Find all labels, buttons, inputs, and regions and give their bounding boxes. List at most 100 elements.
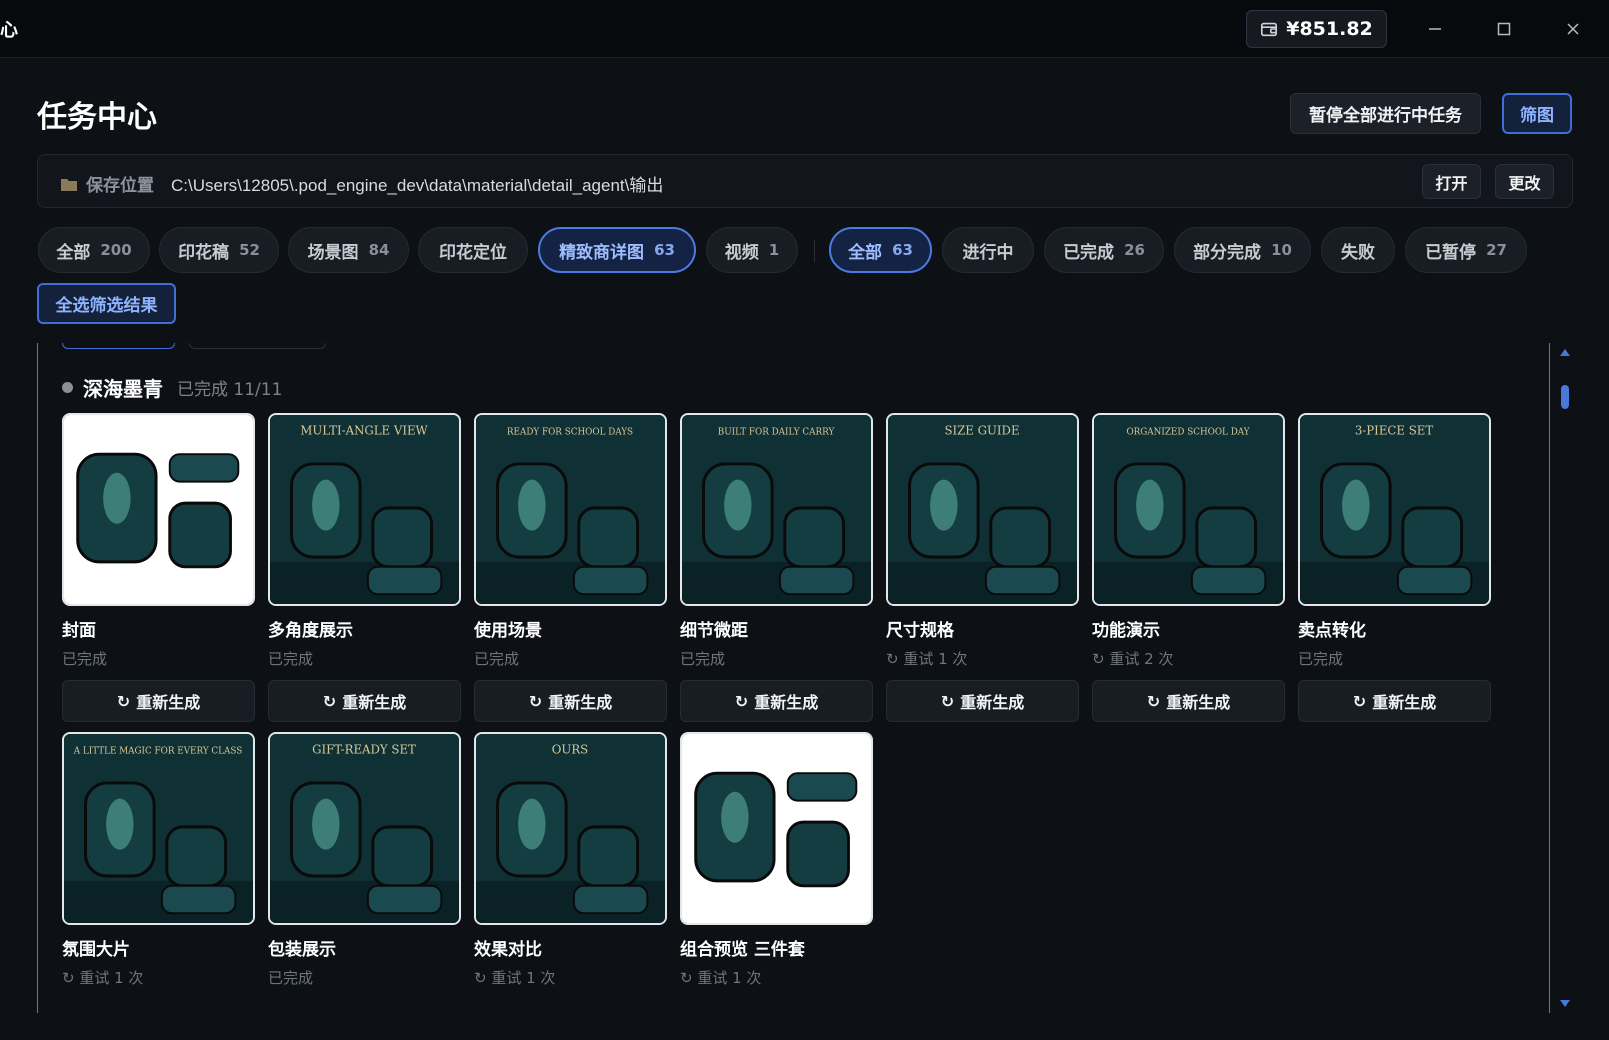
result-card-detail-macro: BUILT FOR DAILY CARRY 细节微距 已完成 ↻ 重新生成 [680, 413, 873, 722]
result-card-selling-point: 3-PIECE SET 卖点转化 已完成 ↻ 重新生成 [1298, 413, 1491, 722]
result-thumbnail[interactable]: A LITTLE MAGIC FOR EVERY CLASS [62, 732, 255, 925]
thumbnail-caption: 3-PIECE SET [1355, 424, 1434, 438]
regenerate-button[interactable]: ↻ 重新生成 [1298, 680, 1491, 722]
result-status: ↻ 重试 1 次 [474, 969, 556, 987]
product-image: READY FOR SCHOOL DAYS [476, 415, 665, 604]
minimize-button[interactable] [1420, 14, 1450, 44]
product-image [682, 734, 871, 923]
status-filter-paused[interactable]: 已暂停 27 [1405, 227, 1527, 273]
type-filter-detail[interactable]: 精致商详图 63 [538, 227, 696, 273]
result-thumbnail[interactable]: OURS [474, 732, 667, 925]
result-status: ↻ 重试 2 次 [1092, 650, 1174, 668]
result-thumbnail[interactable]: BUILT FOR DAILY CARRY [680, 413, 873, 606]
filter-images-button[interactable]: 筛图 [1502, 93, 1572, 134]
result-title: 多角度展示 [268, 621, 353, 641]
balance-button[interactable]: ¥851.82 [1246, 10, 1387, 48]
scroll-up-icon[interactable] [1560, 349, 1570, 356]
scrollbar-thumb[interactable] [1561, 385, 1569, 409]
result-card-combo-preview: 组合预览 三件套 ↻ 重试 1 次 [680, 732, 873, 989]
result-card-usage-scene: READY FOR SCHOOL DAYS 使用场景 已完成 ↻ 重新生成 [474, 413, 667, 722]
maximize-icon [1497, 22, 1511, 36]
scrollbar[interactable] [1558, 343, 1572, 1013]
group-header: 深海墨青 已完成 11/11 [62, 373, 282, 402]
type-filter-scene[interactable]: 场景图 84 [288, 227, 409, 273]
result-status: 已完成 [268, 650, 314, 668]
filter-divider [814, 240, 815, 262]
refresh-icon: ↻ [1352, 691, 1367, 711]
result-thumbnail[interactable] [62, 413, 255, 606]
refresh-icon: ↻ [322, 691, 337, 711]
group-name: 深海墨青 [83, 377, 163, 401]
pause-all-button[interactable]: 暂停全部进行中任务 [1290, 93, 1481, 134]
minimize-icon [1429, 28, 1441, 30]
result-thumbnail[interactable]: READY FOR SCHOOL DAYS [474, 413, 667, 606]
result-title: 细节微距 [680, 621, 748, 641]
thumbnail-caption: MULTI-ANGLE VIEW [300, 424, 428, 438]
status-filter-partial[interactable]: 部分完成 10 [1174, 227, 1311, 273]
refresh-icon: ↻ [1146, 691, 1161, 711]
status-filter-all[interactable]: 全部 63 [829, 227, 932, 273]
regenerate-button[interactable]: ↻ 重新生成 [62, 680, 255, 722]
regenerate-button[interactable]: ↻ 重新生成 [680, 680, 873, 722]
group-status: 已完成 11/11 [177, 380, 283, 400]
result-status: ↻ 重试 1 次 [62, 969, 144, 987]
product-image: MULTI-ANGLE VIEW [270, 415, 459, 604]
open-folder-button[interactable]: 打开 [1422, 164, 1481, 199]
result-thumbnail[interactable] [680, 732, 873, 925]
thumbnail-caption: READY FOR SCHOOL DAYS [507, 428, 633, 438]
result-thumbnail[interactable]: MULTI-ANGLE VIEW [268, 413, 461, 606]
result-card-packaging: GIFT-READY SET 包装展示 已完成 [268, 732, 461, 989]
save-location-label: 保存位置 [60, 171, 154, 196]
result-title: 封面 [62, 621, 96, 641]
type-filter-all[interactable]: 全部 200 [38, 227, 150, 273]
save-location-bar: 保存位置 C:\Users\12805\.pod_engine_dev\data… [37, 154, 1573, 208]
type-filter-print-draft[interactable]: 印花稿 52 [159, 227, 279, 273]
product-image: BUILT FOR DAILY CARRY [682, 415, 871, 604]
result-thumbnail[interactable]: GIFT-READY SET [268, 732, 461, 925]
result-status: 已完成 [1298, 650, 1344, 668]
product-image: A LITTLE MAGIC FOR EVERY CLASS [64, 734, 253, 923]
title-bar: 心 ¥851.82 [0, 0, 1609, 58]
thumbnail-caption: BUILT FOR DAILY CARRY [718, 428, 835, 438]
result-status: 已完成 [268, 969, 314, 987]
maximize-button[interactable] [1489, 14, 1519, 44]
close-button[interactable] [1558, 14, 1588, 44]
folder-icon [61, 178, 77, 191]
status-filter-running[interactable]: 进行中 [942, 227, 1034, 273]
regenerate-button[interactable]: ↻ 重新生成 [886, 680, 1079, 722]
collapsed-tab[interactable] [62, 343, 175, 349]
type-filter-video[interactable]: 视频 1 [706, 227, 798, 273]
result-title: 功能演示 [1092, 621, 1160, 641]
status-filter-failed[interactable]: 失败 [1321, 227, 1395, 273]
product-image: SIZE GUIDE [888, 415, 1077, 604]
product-image: OURS [476, 734, 665, 923]
result-thumbnail[interactable]: ORGANIZED SCHOOL DAY [1092, 413, 1285, 606]
result-card-atmosphere: A LITTLE MAGIC FOR EVERY CLASS 氛围大片 ↻ 重试 1… [62, 732, 255, 989]
status-filter-completed[interactable]: 已完成 26 [1044, 227, 1164, 273]
refresh-icon: ↻ [734, 691, 749, 711]
result-card-size-spec: SIZE GUIDE 尺寸规格 ↻ 重试 1 次 ↻ 重新生成 [886, 413, 1079, 722]
result-title: 组合预览 三件套 [680, 940, 805, 960]
result-status: ↻ 重试 1 次 [886, 650, 968, 668]
collapsed-tab[interactable] [189, 343, 326, 349]
balance-amount: ¥851.82 [1286, 18, 1373, 40]
regenerate-button[interactable]: ↻ 重新生成 [474, 680, 667, 722]
result-thumbnail[interactable]: 3-PIECE SET [1298, 413, 1491, 606]
app-logo: 心 [0, 20, 18, 41]
result-thumbnail[interactable]: SIZE GUIDE [886, 413, 1079, 606]
scroll-down-icon[interactable] [1560, 1000, 1570, 1007]
regenerate-button[interactable]: ↻ 重新生成 [268, 680, 461, 722]
page-title: 任务中心 [37, 100, 157, 135]
refresh-icon: ↻ [940, 691, 955, 711]
type-filter-print-position[interactable]: 印花定位 [418, 227, 528, 273]
group-status-dot [62, 382, 73, 393]
result-card-function-demo: ORGANIZED SCHOOL DAY 功能演示 ↻ 重试 2 次 ↻ 重新生成 [1092, 413, 1285, 722]
result-title: 效果对比 [474, 940, 542, 960]
thumbnail-caption: A LITTLE MAGIC FOR EVERY CLASS [73, 747, 243, 757]
result-status: ↻ 重试 1 次 [680, 969, 762, 987]
select-all-results-button[interactable]: 全选筛选结果 [37, 283, 176, 324]
product-image: GIFT-READY SET [270, 734, 459, 923]
change-folder-button[interactable]: 更改 [1495, 164, 1554, 199]
result-title: 尺寸规格 [886, 621, 954, 641]
regenerate-button[interactable]: ↻ 重新生成 [1092, 680, 1285, 722]
